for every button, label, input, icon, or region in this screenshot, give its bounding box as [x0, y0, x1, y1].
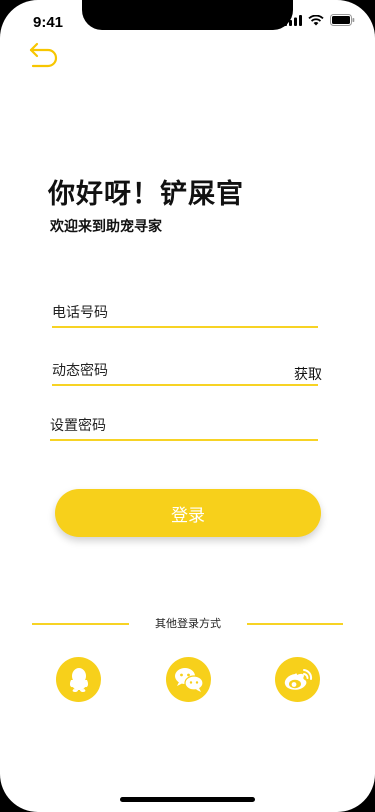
get-code-button[interactable]: 获取: [294, 364, 322, 384]
status-bar: 9:41: [0, 0, 375, 44]
welcome-subtitle: 欢迎来到助宠寻家: [50, 219, 162, 235]
qq-login-button[interactable]: [56, 657, 101, 702]
phone-input[interactable]: [52, 300, 318, 326]
notch: [82, 0, 293, 30]
status-time: 9:41: [33, 14, 64, 31]
status-icons: [284, 14, 355, 26]
phone-field: [52, 300, 318, 328]
wechat-login-button[interactable]: [166, 657, 211, 702]
password-input[interactable]: [50, 413, 318, 439]
phone-screen: 9:41 你好呀！铲屎官 欢迎来到助宠寻家 电话号码 动态密码 获取 登录 其他…: [0, 0, 375, 812]
password-field: [50, 413, 318, 441]
battery-icon: [330, 14, 355, 26]
other-login-divider: 其他登录方式: [0, 614, 375, 632]
back-button[interactable]: [28, 42, 60, 72]
code-field: 获取: [52, 358, 322, 386]
weibo-login-button[interactable]: [275, 657, 320, 702]
wechat-icon: [174, 667, 204, 692]
weibo-icon: [284, 668, 312, 690]
home-indicator: [120, 797, 255, 802]
back-arrow-icon: [29, 42, 58, 68]
qq-icon: [69, 667, 88, 692]
other-login-label: 其他登录方式: [155, 617, 221, 630]
divider-right: [247, 623, 343, 625]
wifi-icon: [308, 14, 324, 25]
login-button[interactable]: 登录: [55, 489, 321, 537]
code-input[interactable]: [52, 358, 272, 384]
greeting-title: 你好呀！铲屎官: [48, 179, 244, 210]
divider-left: [32, 623, 129, 625]
signal-icon: [284, 14, 302, 26]
